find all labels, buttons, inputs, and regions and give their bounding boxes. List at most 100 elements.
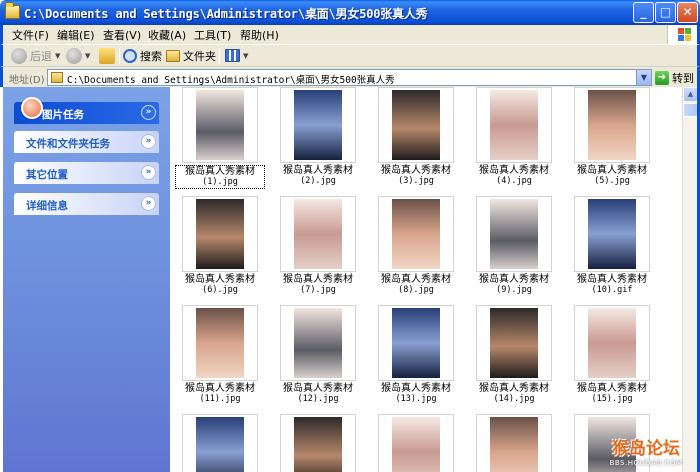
chevron-collapse-icon[interactable]: » [141,165,156,180]
file-thumbnail[interactable] [280,87,356,163]
photo-preview [490,417,538,472]
chevron-collapse-icon[interactable]: » [141,196,156,211]
menu-view[interactable]: 查看(V) [103,27,141,43]
back-button[interactable]: 后退 ▼ [11,47,60,64]
file-label[interactable]: 猴岛真人秀素材 (13).jpg [371,383,461,405]
file-label[interactable]: 猴岛真人秀素材 (12).jpg [273,383,363,405]
file-view[interactable]: 猴岛真人秀素材 (1).jpg 猴岛真人秀素材 (2).jpg 猴岛真人秀素材 (3).j… [170,87,682,472]
chevron-down-icon[interactable]: ▼ [636,70,651,85]
menu-file[interactable]: 文件(F) [12,27,49,43]
file-label[interactable]: 猴岛真人秀素材 (3).jpg [371,165,461,187]
task-label: 文件和文件夹任务 [26,138,110,150]
file-thumbnail[interactable] [280,414,356,472]
menu-help[interactable]: 帮助(H) [240,27,279,43]
file-thumbnail[interactable] [476,414,552,472]
forward-button[interactable]: ▼ [66,47,90,64]
minimize-button[interactable]: _ [633,2,654,23]
file-thumbnail[interactable] [378,414,454,472]
up-folder-button[interactable] [99,47,115,64]
menu-tools[interactable]: 工具(T) [194,27,231,43]
folders-button[interactable]: 文件夹 [166,47,216,64]
vertical-scrollbar[interactable]: ▲ [682,87,698,472]
views-button[interactable]: ▼ [225,47,248,64]
file-thumbnail[interactable] [280,305,356,381]
task-file-folder-tasks[interactable]: 文件和文件夹任务 » [14,131,159,153]
menu-favorites[interactable]: 收藏(A) [148,27,186,43]
file-thumbnail[interactable] [182,196,258,272]
file-thumbnail[interactable] [182,87,258,163]
file-label[interactable]: 猴岛真人秀素材 (7).jpg [273,274,363,296]
file-thumbnail[interactable] [476,87,552,163]
search-button[interactable]: 搜索 [123,47,162,64]
task-picture-tasks[interactable]: 图片任务 » [14,97,159,124]
file-name: 猴岛真人秀素材 [185,383,255,394]
photo-preview [490,90,538,160]
file-extension: (9).jpg [496,285,532,295]
back-arrow-icon [11,47,27,64]
menu-edit[interactable]: 编辑(E) [57,27,95,43]
file-extension: (3).jpg [398,176,434,186]
chevron-down-icon[interactable]: ▼ [243,52,248,60]
file-thumbnail[interactable] [574,305,650,381]
file-thumbnail[interactable] [378,87,454,163]
file-thumbnail[interactable] [476,305,552,381]
file-label[interactable]: 猴岛真人秀素材 (10).gif [567,274,657,296]
file-extension: (4).jpg [496,176,532,186]
address-input[interactable]: C:\Documents and Settings\Administrator\… [47,69,652,86]
scrollbar-thumb[interactable] [683,103,698,117]
chevron-down-icon[interactable]: ▼ [85,52,90,60]
photo-preview [588,90,636,160]
file-name: 猴岛真人秀素材 [577,383,647,394]
toolbar: 后退 ▼ ▼ 搜索 文件夹 ▼ [0,44,700,66]
chevron-collapse-icon[interactable]: » [141,105,156,120]
file-thumbnail[interactable] [280,196,356,272]
task-details[interactable]: 详细信息 » [14,193,159,215]
toolbar-divider [219,48,220,64]
picture-icon [21,97,43,119]
photo-preview [588,199,636,269]
address-label: 地址(D) [9,75,45,86]
menu-bar: 文件(F) 编辑(E) 查看(V) 收藏(A) 工具(T) 帮助(H) [0,25,700,44]
file-label[interactable]: 猴岛真人秀素材 (2).jpg [273,165,363,187]
photo-preview [294,308,342,378]
close-button[interactable]: ✕ [677,2,698,23]
file-extension: (2).jpg [300,176,336,186]
photo-preview [588,308,636,378]
file-label[interactable]: 猴岛真人秀素材 (11).jpg [175,383,265,405]
task-label: 其它位置 [26,169,68,181]
file-extension: (10).gif [591,285,633,295]
file-thumbnail[interactable] [182,414,258,472]
file-label[interactable]: 猴岛真人秀素材 (15).jpg [567,383,657,405]
toolbar-divider [119,48,120,64]
go-button[interactable]: ➜ 转到 [655,69,694,86]
file-extension: (12).jpg [297,394,339,404]
task-other-places[interactable]: 其它位置 » [14,162,159,184]
file-label[interactable]: 猴岛真人秀素材 (4).jpg [469,165,559,187]
file-thumbnail[interactable] [378,196,454,272]
file-extension: (8).jpg [398,285,434,295]
file-thumbnail[interactable] [574,87,650,163]
file-extension: (13).jpg [395,394,437,404]
file-thumbnail[interactable] [476,196,552,272]
file-label[interactable]: 猴岛真人秀素材 (6).jpg [175,274,265,296]
address-value[interactable]: C:\Documents and Settings\Administrator\… [67,72,395,86]
file-thumbnail[interactable] [574,196,650,272]
file-label[interactable]: 猴岛真人秀素材 (5).jpg [567,165,657,187]
file-label[interactable]: 猴岛真人秀素材 (1).jpg [175,165,265,189]
file-label[interactable]: 猴岛真人秀素材 (9).jpg [469,274,559,296]
file-thumbnail[interactable] [378,305,454,381]
file-thumbnail[interactable] [182,305,258,381]
scroll-up-icon[interactable]: ▲ [683,87,698,102]
chevron-down-icon[interactable]: ▼ [55,52,60,60]
chevron-collapse-icon[interactable]: » [141,134,156,149]
folders-label: 文件夹 [183,49,216,63]
title-bar[interactable]: C:\Documents and Settings\Administrator\… [0,0,700,25]
file-label[interactable]: 猴岛真人秀素材 (8).jpg [371,274,461,296]
photo-preview [294,417,342,472]
maximize-button[interactable]: □ [655,2,676,23]
photo-preview [294,90,342,160]
photo-preview [196,199,244,269]
file-label[interactable]: 猴岛真人秀素材 (14).jpg [469,383,559,405]
photo-preview [196,417,244,472]
file-name: 猴岛真人秀素材 [283,274,353,285]
